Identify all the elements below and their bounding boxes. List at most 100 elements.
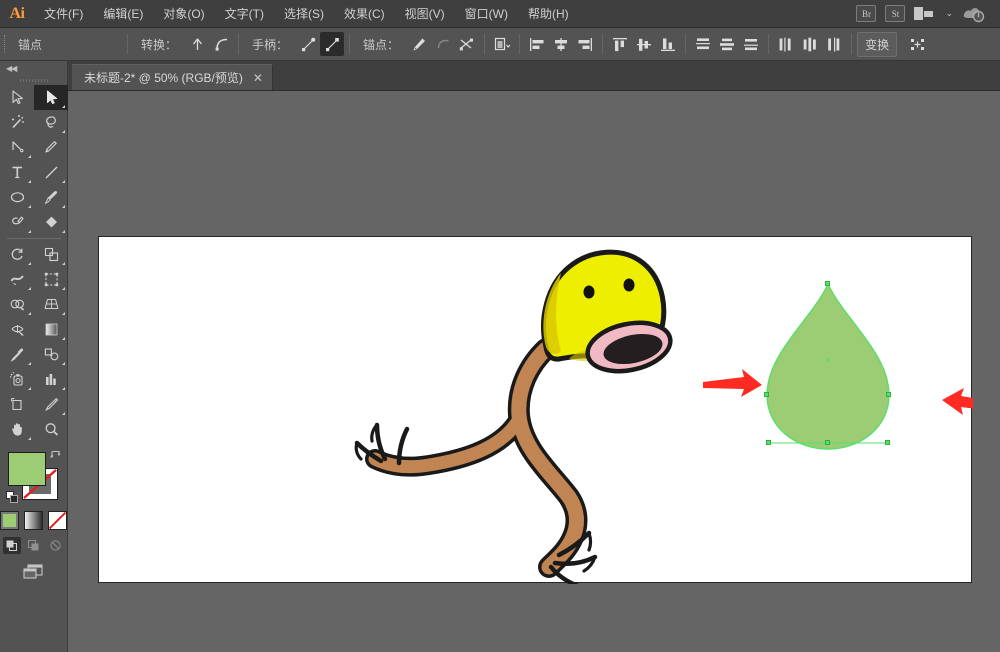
fill-stroke-modes: [0, 511, 67, 530]
tool-magic-wand[interactable]: [0, 110, 34, 135]
align-left-icon[interactable]: [525, 32, 549, 56]
anchors-label: 锚点：: [355, 36, 407, 53]
convert-to-smooth-icon[interactable]: [209, 32, 233, 56]
tool-eraser[interactable]: [34, 210, 68, 235]
convert-to-corner-icon[interactable]: [185, 32, 209, 56]
arrow-left-pointing-right: [703, 369, 762, 397]
remove-anchor-icon[interactable]: [407, 32, 431, 56]
document-tab-title: 未标题-2* @ 50% (RGB/预览): [84, 69, 243, 86]
distribute-top-icon[interactable]: [691, 32, 715, 56]
tool-perspective-grid[interactable]: [34, 292, 68, 317]
handles-label: 手柄：: [244, 36, 296, 53]
tool-gradient[interactable]: [34, 317, 68, 342]
app-logo-icon: Ai: [0, 0, 34, 28]
tools-panel-grip[interactable]: [0, 75, 67, 85]
arrange-documents-icon[interactable]: [914, 6, 936, 21]
menu-effect[interactable]: 效果(C): [334, 3, 395, 25]
distribute-right-icon[interactable]: [822, 32, 846, 56]
eye-left: [584, 286, 595, 299]
chevron-down-icon[interactable]: ⌄: [945, 8, 953, 19]
menu-help[interactable]: 帮助(H): [518, 3, 579, 25]
screen-mode-button[interactable]: [0, 562, 67, 581]
tools-panel-collapse[interactable]: ◀◀: [0, 61, 67, 75]
stock-icon[interactable]: St: [885, 5, 905, 22]
handle-point-right[interactable]: [885, 440, 890, 445]
tool-ellipse[interactable]: [0, 185, 34, 210]
tool-mesh[interactable]: [0, 317, 34, 342]
menu-bar: Ai 文件(F) 编辑(E) 对象(O) 文字(T) 选择(S) 效果(C) 视…: [0, 0, 1000, 28]
draw-behind[interactable]: [25, 537, 43, 554]
tool-scale[interactable]: [34, 242, 68, 267]
tool-pencil[interactable]: [0, 210, 34, 235]
menu-edit[interactable]: 编辑(E): [93, 3, 153, 25]
control-bar-grip[interactable]: [0, 28, 10, 61]
tool-eyedropper[interactable]: [0, 342, 34, 367]
cut-path-icon[interactable]: [455, 32, 479, 56]
tool-hand[interactable]: [0, 417, 34, 442]
tool-line-segment[interactable]: [34, 160, 68, 185]
tool-shape-builder[interactable]: [0, 292, 34, 317]
tool-zoom[interactable]: [34, 417, 68, 442]
tool-width[interactable]: [0, 267, 34, 292]
tool-blend[interactable]: [34, 342, 68, 367]
tool-artboard[interactable]: [0, 392, 34, 417]
color-mode[interactable]: [0, 511, 19, 530]
tool-pen[interactable]: [0, 135, 34, 160]
draw-inside[interactable]: [47, 537, 65, 554]
close-icon[interactable]: ✕: [253, 73, 263, 83]
bridge-icon[interactable]: Br: [856, 5, 876, 22]
distribute-center-horizontal-icon[interactable]: [798, 32, 822, 56]
menu-view[interactable]: 视图(V): [395, 3, 455, 25]
align-right-icon[interactable]: [573, 32, 597, 56]
tool-rotate[interactable]: [0, 242, 34, 267]
handle-point-left[interactable]: [766, 440, 771, 445]
tool-type[interactable]: [0, 160, 34, 185]
tool-free-transform[interactable]: [34, 267, 68, 292]
gradient-mode[interactable]: [24, 511, 43, 530]
draw-normal[interactable]: [3, 537, 21, 554]
anchor-top[interactable]: [825, 281, 830, 286]
anchor-right[interactable]: [886, 392, 891, 397]
tool-selection[interactable]: [0, 85, 34, 110]
artboard[interactable]: [98, 236, 972, 583]
menu-type[interactable]: 文字(T): [215, 3, 274, 25]
hide-handles-icon[interactable]: [320, 32, 344, 56]
tool-lasso[interactable]: [34, 110, 68, 135]
artwork-layer: [99, 237, 973, 584]
align-bottom-icon[interactable]: [656, 32, 680, 56]
menu-object[interactable]: 对象(O): [153, 3, 214, 25]
menu-bar-right-tools: Br St ⌄: [856, 5, 1000, 23]
teardrop-shape: [767, 284, 889, 449]
anchor-bottom[interactable]: [825, 440, 830, 445]
tool-curvature[interactable]: [34, 135, 68, 160]
creative-cloud-icon[interactable]: [962, 5, 986, 23]
canvas-workspace[interactable]: [68, 91, 1000, 652]
bellsprout-figure: [356, 252, 675, 584]
align-center-horizontal-icon[interactable]: [549, 32, 573, 56]
collapse-double-arrow-icon: ◀◀: [6, 64, 16, 73]
document-tab[interactable]: 未标题-2* @ 50% (RGB/预览) ✕: [72, 64, 273, 90]
isolate-selected-object-icon[interactable]: [490, 32, 514, 56]
distribute-bottom-icon[interactable]: [739, 32, 763, 56]
menu-window[interactable]: 窗口(W): [455, 3, 518, 25]
distribute-center-vertical-icon[interactable]: [715, 32, 739, 56]
connect-anchors-icon: [431, 32, 455, 56]
tool-slice[interactable]: [34, 392, 68, 417]
default-fill-stroke-icon[interactable]: [6, 491, 19, 504]
menu-file[interactable]: 文件(F): [34, 3, 93, 25]
anchor-left[interactable]: [764, 392, 769, 397]
transform-button[interactable]: 变换: [857, 32, 897, 57]
tool-column-graph[interactable]: [34, 367, 68, 392]
swap-fill-stroke-icon[interactable]: [49, 448, 62, 461]
transform-handles-icon[interactable]: [905, 32, 929, 56]
align-top-icon[interactable]: [608, 32, 632, 56]
tool-direct-selection[interactable]: [34, 85, 68, 110]
align-center-vertical-icon[interactable]: [632, 32, 656, 56]
distribute-left-icon[interactable]: [774, 32, 798, 56]
menu-select[interactable]: 选择(S): [274, 3, 334, 25]
show-handles-icon[interactable]: [296, 32, 320, 56]
tool-paintbrush[interactable]: [34, 185, 68, 210]
tool-symbol-sprayer[interactable]: [0, 367, 34, 392]
fill-swatch[interactable]: [8, 452, 46, 486]
none-mode[interactable]: [48, 511, 67, 530]
